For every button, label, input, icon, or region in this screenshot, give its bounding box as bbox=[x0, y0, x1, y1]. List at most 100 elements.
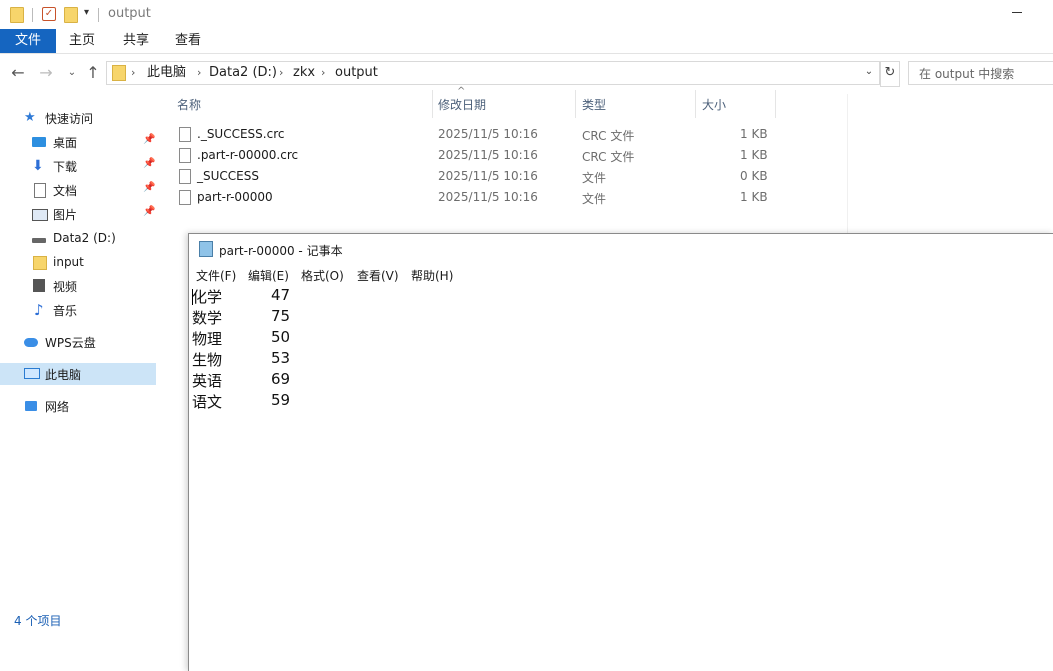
sidebar-item-network[interactable]: 网络 bbox=[0, 395, 156, 417]
column-header-size[interactable]: 大小 bbox=[702, 96, 726, 113]
sidebar-item-label: 音乐 bbox=[53, 304, 78, 318]
score-text: 50 bbox=[271, 328, 291, 346]
sidebar-item-label: 文档 bbox=[53, 184, 78, 198]
column-header-type[interactable]: 类型 bbox=[582, 96, 606, 113]
table-row[interactable]: ._SUCCESS.crc 2025/11/5 10:16 CRC 文件 1 K… bbox=[160, 124, 850, 145]
sidebar-item-label: input bbox=[53, 255, 84, 269]
pin-icon[interactable]: 📌 bbox=[143, 182, 155, 193]
score-text: 53 bbox=[271, 349, 291, 367]
breadcrumb-output[interactable]: output bbox=[335, 64, 378, 82]
column-divider[interactable] bbox=[695, 90, 696, 118]
quick-access-dropdown-icon[interactable]: ▾ bbox=[84, 7, 89, 18]
item-count: 4 个项目 bbox=[14, 614, 62, 628]
pictures-icon bbox=[32, 209, 48, 221]
column-header-date[interactable]: 修改日期 bbox=[438, 96, 486, 113]
pin-icon[interactable]: 📌 bbox=[143, 206, 155, 217]
sidebar-item-label: WPS云盘 bbox=[45, 336, 96, 350]
sidebar-item-quick-access[interactable]: ★ 快速访问 bbox=[0, 107, 156, 129]
search-input[interactable]: 在 output 中搜索 bbox=[908, 61, 1053, 85]
table-row[interactable]: _SUCCESS 2025/11/5 10:16 文件 0 KB bbox=[160, 166, 850, 187]
menu-help[interactable]: 帮助(H) bbox=[411, 267, 453, 284]
table-row[interactable]: .part-r-00000.crc 2025/11/5 10:16 CRC 文件… bbox=[160, 145, 850, 166]
breadcrumb-zkx[interactable]: zkx bbox=[293, 64, 315, 82]
sidebar-item-label: Data2 (D:) bbox=[53, 231, 116, 245]
sidebar-item-label: 图片 bbox=[53, 208, 78, 222]
sidebar-item-videos[interactable]: 视频 bbox=[0, 275, 156, 297]
chevron-right-icon[interactable]: › bbox=[321, 64, 325, 82]
tab-home[interactable]: 主页 bbox=[58, 29, 106, 53]
refresh-icon[interactable]: ↻ bbox=[880, 61, 900, 87]
sidebar-item-documents[interactable]: 文档 📌 bbox=[0, 179, 156, 201]
video-icon bbox=[33, 279, 45, 292]
menu-format[interactable]: 格式(O) bbox=[301, 267, 344, 284]
tab-file[interactable]: 文件 bbox=[0, 29, 56, 53]
notepad-icon bbox=[199, 241, 213, 257]
file-icon bbox=[179, 169, 191, 184]
title-bar: ✓ ▾ output bbox=[0, 0, 1053, 30]
menu-file[interactable]: 文件(F) bbox=[196, 267, 236, 284]
sidebar-item-label: 下载 bbox=[53, 160, 78, 174]
minimize-button[interactable] bbox=[1004, 0, 1034, 26]
subject-text: 数学 bbox=[192, 309, 223, 327]
address-history-dropdown-icon[interactable]: ⌄ bbox=[862, 61, 876, 83]
address-bar[interactable]: › 此电脑 › Data2 (D:) › zkx › output bbox=[106, 61, 880, 85]
sidebar-item-this-pc[interactable]: 此电脑 bbox=[0, 363, 156, 385]
pin-icon[interactable]: 📌 bbox=[143, 158, 155, 169]
desktop-icon bbox=[32, 137, 46, 147]
chevron-right-icon[interactable]: › bbox=[279, 64, 283, 82]
file-icon bbox=[179, 127, 191, 142]
tab-view[interactable]: 查看 bbox=[164, 29, 212, 53]
sidebar-item-downloads[interactable]: ⬇ 下载 📌 bbox=[0, 155, 156, 177]
column-header-name[interactable]: 名称 bbox=[177, 96, 201, 113]
menu-view[interactable]: 查看(V) bbox=[357, 267, 399, 284]
file-icon bbox=[179, 148, 191, 163]
properties-icon[interactable]: ✓ bbox=[42, 7, 56, 21]
notepad-text-area[interactable]: 化学 47 数学 75 物理 50 生物 53 英语 69 语文 59 bbox=[189, 284, 1053, 671]
column-divider[interactable] bbox=[775, 90, 776, 118]
cloud-icon bbox=[24, 338, 38, 347]
file-date: 2025/11/5 10:16 bbox=[438, 148, 538, 162]
star-icon: ★ bbox=[24, 110, 36, 125]
file-size: 1 KB bbox=[740, 127, 768, 141]
column-divider[interactable] bbox=[575, 90, 576, 118]
folder-icon bbox=[10, 7, 24, 23]
column-divider[interactable] bbox=[432, 90, 433, 118]
sidebar-item-input[interactable]: input bbox=[0, 252, 156, 274]
sidebar-item-music[interactable]: ♪ 音乐 bbox=[0, 299, 156, 321]
subject-text: 化学 bbox=[192, 288, 223, 306]
sidebar-item-pictures[interactable]: 图片 📌 bbox=[0, 203, 156, 225]
sidebar-item-label: 桌面 bbox=[53, 136, 78, 150]
notepad-title: part-r-00000 - 记事本 bbox=[219, 244, 343, 258]
forward-arrow-icon[interactable]: → bbox=[36, 63, 56, 83]
sidebar-item-wps-cloud[interactable]: WPS云盘 bbox=[0, 331, 156, 353]
up-arrow-icon[interactable]: ↑ bbox=[83, 63, 103, 83]
separator bbox=[32, 8, 33, 22]
breadcrumb-drive[interactable]: Data2 (D:) bbox=[209, 64, 277, 82]
score-text: 47 bbox=[271, 286, 291, 304]
sidebar-item-desktop[interactable]: 桌面 📌 bbox=[0, 131, 156, 153]
ribbon-tabs: 文件 主页 共享 查看 bbox=[0, 29, 1053, 54]
pin-icon[interactable]: 📌 bbox=[143, 134, 155, 145]
notepad-menu-bar: 文件(F) 编辑(E) 格式(O) 查看(V) 帮助(H) bbox=[189, 264, 1053, 284]
recent-locations-icon[interactable]: ⌄ bbox=[62, 63, 82, 83]
back-arrow-icon[interactable]: ← bbox=[8, 63, 28, 83]
computer-icon bbox=[24, 368, 40, 379]
chevron-right-icon[interactable]: › bbox=[197, 64, 201, 82]
file-type: 文件 bbox=[582, 192, 607, 206]
drive-icon bbox=[32, 238, 46, 243]
chevron-right-icon[interactable]: › bbox=[131, 64, 135, 82]
table-row[interactable]: part-r-00000 2025/11/5 10:16 文件 1 KB bbox=[160, 187, 850, 208]
menu-edit[interactable]: 编辑(E) bbox=[248, 267, 289, 284]
notepad-title-bar[interactable]: part-r-00000 - 记事本 bbox=[189, 234, 1053, 264]
separator bbox=[98, 8, 99, 22]
file-type: CRC 文件 bbox=[582, 150, 635, 164]
score-text: 75 bbox=[271, 307, 291, 325]
tab-share[interactable]: 共享 bbox=[112, 29, 160, 53]
file-date: 2025/11/5 10:16 bbox=[438, 127, 538, 141]
sidebar-item-label: 视频 bbox=[53, 280, 78, 294]
subject-text: 英语 bbox=[192, 372, 223, 390]
file-size: 1 KB bbox=[740, 190, 768, 204]
new-folder-icon[interactable] bbox=[64, 7, 78, 23]
breadcrumb-this-pc[interactable]: 此电脑 bbox=[147, 64, 186, 82]
sidebar-item-drive[interactable]: Data2 (D:) bbox=[0, 228, 156, 250]
